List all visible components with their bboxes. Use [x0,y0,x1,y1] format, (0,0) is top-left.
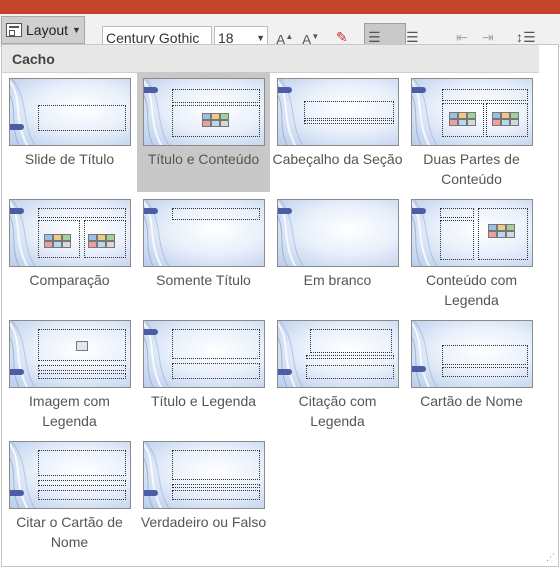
layout-option-label: Comparação [29,272,110,288]
slide-accent-tab [10,369,24,375]
placeholder-box [172,329,260,359]
layout-gallery-dropdown: Cacho Slide de Título Título e Conteúdo Ca… [1,44,559,567]
layout-option[interactable]: Slide de Título [3,72,136,192]
layout-thumbnail [143,441,265,509]
layout-option-label: Somente Título [156,272,251,288]
layout-option-label: Em branco [303,272,372,288]
layout-option-label: Citação com Legenda [298,393,377,429]
layout-option[interactable]: Cabeçalho da Seção [271,72,404,192]
resize-grip-icon[interactable]: ⋰ [546,552,555,563]
placeholder-box [172,89,260,103]
slide-accent-tab [278,208,292,214]
layout-thumbnail [277,199,399,267]
slide-accent-tab [144,329,158,335]
placeholder-box [172,450,260,480]
placeholder-box [38,365,126,371]
layout-option[interactable]: Somente Título [137,193,270,313]
layout-option-label: Duas Partes de Conteúdo [423,151,520,187]
layout-option[interactable]: Citação com Legenda [271,314,404,434]
placeholder-box [310,329,392,353]
layout-thumbnail [9,320,131,388]
slide-accent-tab [144,208,158,214]
chevron-down-icon: ▼ [72,25,81,35]
layout-thumbnail [9,199,131,267]
placeholder-box [442,345,528,365]
slide-accent-tab [412,366,426,372]
placeholder-box [306,355,394,359]
layout-option-label: Conteúdo com Legenda [425,272,518,308]
layout-thumbnail [9,78,131,146]
layout-option-label: Título e Conteúdo [147,151,260,167]
slide-accent-tab [144,490,158,496]
content-insert-icon [88,234,115,248]
placeholder-box [172,490,260,500]
layout-thumbnail [9,441,131,509]
layout-option[interactable]: Título e Legenda [137,314,270,434]
gallery-section-title: Cacho [12,51,55,67]
slide-accent-tab [10,490,24,496]
layout-option-label: Slide de Título [24,151,115,167]
content-insert-icon [492,112,519,126]
layout-thumbnail [277,78,399,146]
layout-thumbnail [411,199,533,267]
slide-accent-tab [278,369,292,375]
layout-option-label: Verdadeiro ou Falso [140,514,267,530]
layout-thumbnail [143,78,265,146]
placeholder-box [306,365,394,379]
ribbon-toolbar: Layout ▼ Century Gothic 18 ▼ A▲ A▼ ✎ ☰ ☰… [0,14,560,48]
picture-icon [76,341,88,351]
placeholder-box [172,484,260,488]
slide-accent-tab [278,87,292,93]
placeholder-box [440,220,474,260]
layout-option[interactable]: Duas Partes de Conteúdo [405,72,538,192]
layout-button-label: Layout [26,22,69,38]
layout-option-label: Cabeçalho da Seção [272,151,403,167]
layout-option[interactable]: Verdadeiro ou Falso [137,435,270,555]
placeholder-box [442,367,528,377]
placeholder-box [304,101,394,119]
layout-option-label: Cartão de Nome [420,393,523,409]
layout-option[interactable]: Em branco [271,193,404,313]
placeholder-box [172,208,260,220]
content-insert-icon [488,224,515,238]
slide-accent-tab [412,87,426,93]
placeholder-box [442,89,528,101]
layout-option-label: Imagem com Legenda [29,393,110,429]
layout-thumbnail [411,320,533,388]
layout-option-label: Título e Legenda [150,393,257,409]
placeholder-box [38,450,126,476]
layout-thumbnail [411,78,533,146]
layout-thumbnail [143,320,265,388]
layout-option[interactable]: Citar o Cartão de Nome [3,435,136,555]
layout-button[interactable]: Layout ▼ [1,16,85,44]
layout-thumbnail [143,199,265,267]
layout-option[interactable]: Conteúdo com Legenda [405,193,538,313]
layout-option[interactable]: Imagem com Legenda [3,314,136,434]
content-insert-icon [44,234,71,248]
slide-accent-tab [144,87,158,93]
layout-option[interactable]: Título e Conteúdo [137,72,270,192]
placeholder-box [172,363,260,379]
placeholder-box [38,208,126,218]
layout-option-label: Citar o Cartão de Nome [16,514,123,550]
placeholder-box [38,490,126,500]
placeholder-box [38,373,126,379]
slide-layout-icon [6,23,22,37]
content-insert-icon [202,113,229,127]
placeholder-box [38,105,126,131]
slide-accent-tab [10,208,24,214]
layout-option[interactable]: Comparação [3,193,136,313]
content-insert-icon [449,112,476,126]
placeholder-box [304,120,394,124]
layout-thumbnail [277,320,399,388]
slide-accent-tab [412,208,426,214]
slide-accent-tab [10,124,24,130]
app-title-strip [0,0,560,14]
layout-option[interactable]: Cartão de Nome [405,314,538,434]
placeholder-box [440,208,474,218]
gallery-section-header: Cacho [2,45,539,73]
placeholder-box [38,480,126,486]
